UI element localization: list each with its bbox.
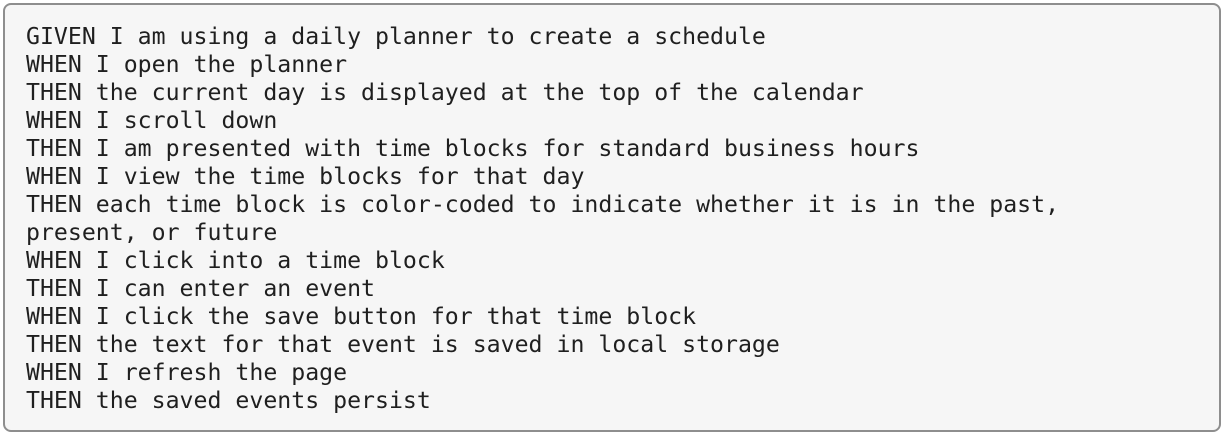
code-line: WHEN I view the time blocks for that day bbox=[26, 163, 585, 190]
code-line: THEN the saved events persist bbox=[26, 387, 431, 414]
code-block: GIVEN I am using a daily planner to crea… bbox=[3, 3, 1221, 432]
code-line: WHEN I scroll down bbox=[26, 107, 278, 134]
code-line: WHEN I click the save button for that ti… bbox=[26, 303, 697, 330]
code-line: THEN the current day is displayed at the… bbox=[26, 79, 864, 106]
code-line: THEN each time block is color-coded to i… bbox=[26, 191, 1060, 218]
code-line: GIVEN I am using a daily planner to crea… bbox=[26, 23, 766, 50]
code-line: THEN I can enter an event bbox=[26, 275, 376, 302]
code-line: THEN I am presented with time blocks for… bbox=[26, 135, 920, 162]
code-line: THEN the text for that event is saved in… bbox=[26, 331, 780, 358]
code-line: WHEN I refresh the page bbox=[26, 359, 348, 386]
code-line: present, or future bbox=[26, 219, 278, 246]
code-line: WHEN I open the planner bbox=[26, 51, 348, 78]
code-line: WHEN I click into a time block bbox=[26, 247, 445, 274]
